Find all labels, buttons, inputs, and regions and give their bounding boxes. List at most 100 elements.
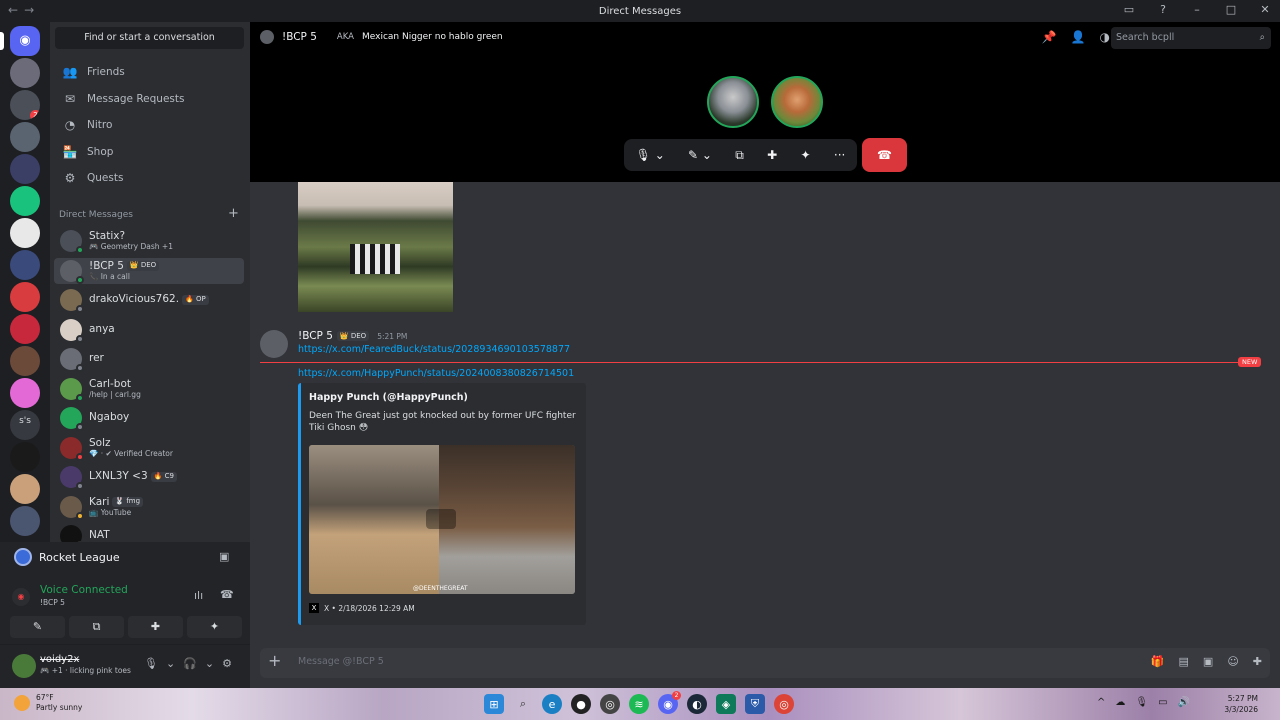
settings-gear-icon[interactable]: ⚙: [222, 657, 232, 670]
dm-item[interactable]: rer: [54, 346, 244, 372]
close-button[interactable]: ✕: [1256, 3, 1274, 16]
rocket-league-icon[interactable]: ⛨: [745, 694, 765, 714]
maximize-button[interactable]: □: [1222, 3, 1240, 16]
obs-icon[interactable]: ◎: [600, 694, 620, 714]
apps-icon[interactable]: ✚: [1253, 655, 1262, 668]
activity-screen-icon[interactable]: ▣: [219, 550, 229, 563]
dm-item[interactable]: Carl-bot/help | carl.gg: [54, 376, 244, 402]
start-icon[interactable]: ⊞: [484, 694, 504, 714]
dm-item[interactable]: Ngaboy: [54, 405, 244, 431]
play-icon[interactable]: [426, 509, 456, 529]
find-conversation-button[interactable]: Find or start a conversation: [55, 27, 244, 49]
server-icon[interactable]: [10, 154, 40, 184]
activities-icon[interactable]: ✚: [128, 616, 183, 638]
server-icon[interactable]: [10, 314, 40, 344]
server-icon[interactable]: [10, 218, 40, 248]
chevron-down-icon[interactable]: ⌄: [205, 657, 214, 670]
embed-image[interactable]: @DEENTHEGREAT: [309, 445, 575, 594]
more-icon[interactable]: ···: [834, 148, 845, 162]
back-icon[interactable]: ←: [8, 3, 24, 17]
github-icon[interactable]: ●: [571, 694, 591, 714]
screen-share-icon[interactable]: ⧉: [69, 616, 124, 638]
mic-icon[interactable]: 🎙 ⌄: [636, 148, 665, 162]
history-nav[interactable]: ←→: [8, 3, 40, 17]
minimize-button[interactable]: –: [1188, 3, 1206, 16]
hang-up-button[interactable]: ☎: [862, 138, 907, 172]
disconnect-icon[interactable]: ☎: [220, 588, 234, 601]
add-friend-icon[interactable]: 👤: [1071, 30, 1086, 44]
call-participant-avatar[interactable]: [707, 76, 759, 128]
nav-nitro[interactable]: ◔ Nitro: [55, 113, 244, 137]
server-initials[interactable]: s's: [10, 416, 40, 426]
dm-item[interactable]: LXNL3Y <3 🔥 C9: [54, 464, 244, 490]
dm-item[interactable]: Statix? 🎮 Geometry Dash +1: [54, 228, 244, 254]
message-link[interactable]: https://x.com/FearedBuck/status/20289346…: [298, 344, 570, 355]
cloud-icon[interactable]: ☁: [1115, 697, 1125, 708]
soundboard-icon[interactable]: ✦: [187, 616, 242, 638]
nav-quests[interactable]: ⚙ Quests: [55, 166, 244, 190]
embed-author[interactable]: Happy Punch (@HappyPunch): [309, 392, 468, 403]
attach-plus-icon[interactable]: +: [268, 651, 281, 670]
message-link[interactable]: https://x.com/HappyPunch/status/20240083…: [298, 368, 574, 379]
server-icon[interactable]: [10, 506, 40, 536]
attached-image[interactable]: [298, 182, 453, 312]
camera-off-icon[interactable]: ✎: [10, 616, 65, 638]
inbox-icon[interactable]: ▭: [1120, 3, 1138, 16]
server-icon[interactable]: [10, 346, 40, 376]
mic-icon[interactable]: 🎙: [1135, 697, 1148, 708]
spotify-icon[interactable]: ≋: [629, 694, 649, 714]
clock[interactable]: 5:27 PM 3/3/2026: [1224, 693, 1258, 715]
avatar[interactable]: [260, 330, 288, 358]
volume-icon[interactable]: 🔊: [1178, 697, 1190, 708]
dm-item[interactable]: drakoVicious762. 🔥 OP: [54, 287, 244, 313]
camera-off-icon[interactable]: ✎ ⌄: [688, 148, 712, 162]
forward-icon[interactable]: →: [24, 3, 40, 17]
search-input[interactable]: Search bcpll ⌕: [1111, 27, 1271, 49]
nav-shop[interactable]: 🏪 Shop: [55, 140, 244, 164]
server-icon[interactable]: [10, 186, 40, 216]
message-composer[interactable]: + Message @!BCP 5 🎁 ▤ ▣ ☺ ✚: [260, 648, 1270, 678]
nav-message-requests[interactable]: ✉ Message Requests: [55, 87, 244, 111]
activity-row[interactable]: Rocket League: [14, 548, 120, 566]
chevron-down-icon[interactable]: ⌄: [166, 657, 175, 670]
username[interactable]: voidy2x: [40, 654, 79, 665]
dm-item[interactable]: Solz 💎 · ✔ Verified Creator: [54, 435, 244, 461]
activities-icon[interactable]: ✚: [767, 148, 777, 162]
server-icon[interactable]: 2: [10, 90, 40, 120]
soundboard-icon[interactable]: ✦: [801, 148, 811, 162]
server-icon[interactable]: [10, 250, 40, 280]
server-icon[interactable]: [10, 378, 40, 408]
edge-icon[interactable]: e: [542, 694, 562, 714]
steam-icon[interactable]: ◐: [687, 694, 707, 714]
gif-icon[interactable]: ▤: [1179, 655, 1189, 668]
server-icon[interactable]: [10, 474, 40, 504]
avatar[interactable]: [12, 654, 36, 678]
search-icon[interactable]: ⌕: [513, 694, 533, 714]
display-icon[interactable]: ▭: [1158, 697, 1167, 708]
create-dm-button[interactable]: +: [228, 206, 239, 221]
server-icon[interactable]: [10, 122, 40, 152]
call-participant-avatar[interactable]: [771, 76, 823, 128]
voice-connected-label[interactable]: Voice Connected: [40, 584, 128, 596]
mic-icon[interactable]: 🎙: [144, 657, 158, 670]
headphones-icon[interactable]: 🎧: [183, 657, 197, 670]
dm-item[interactable]: !BCP 5 👑 DEO 📞 In a call: [54, 257, 244, 284]
dm-item[interactable]: Kari 🐰 fmg 📺 YouTube: [54, 494, 244, 520]
nav-friends[interactable]: 👥 Friends: [55, 60, 244, 84]
server-icon[interactable]: [10, 58, 40, 88]
profile-icon[interactable]: ◑: [1100, 30, 1110, 44]
xbox-icon[interactable]: ◈: [716, 694, 736, 714]
server-icon[interactable]: [10, 442, 40, 472]
message-author[interactable]: !BCP 5: [298, 330, 333, 342]
screen-share-icon[interactable]: ⧉: [735, 148, 744, 163]
pin-icon[interactable]: 📌: [1042, 30, 1057, 44]
emoji-icon[interactable]: ☺: [1227, 655, 1238, 668]
discord-home-icon[interactable]: ◉: [10, 26, 40, 56]
chrome-icon[interactable]: ◎: [774, 694, 794, 714]
dm-item[interactable]: anya: [54, 317, 244, 343]
help-icon[interactable]: ?: [1154, 3, 1172, 16]
gift-icon[interactable]: 🎁: [1151, 655, 1165, 668]
message-input[interactable]: Message @!BCP 5: [298, 656, 384, 667]
weather-widget[interactable]: 67°F Partly sunny: [14, 693, 82, 713]
chevron-up-icon[interactable]: ^: [1097, 697, 1105, 708]
